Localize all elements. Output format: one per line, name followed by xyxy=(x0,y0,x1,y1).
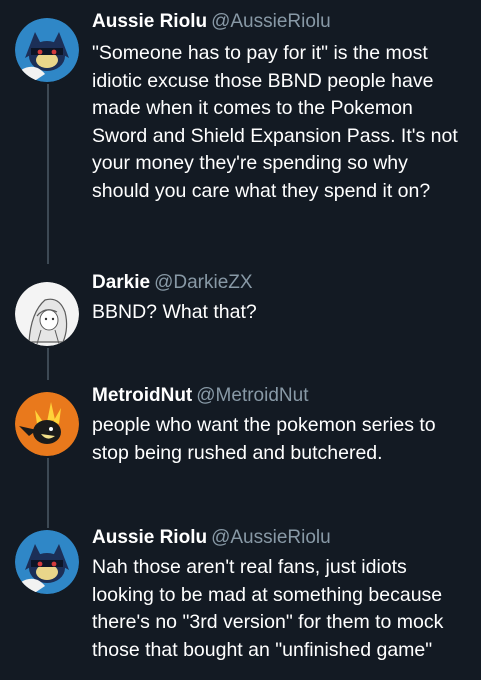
tweet-text: Nah those aren't real fans, just idiots … xyxy=(92,554,475,664)
author-name[interactable]: Darkie xyxy=(92,272,150,293)
author-handle[interactable]: @MetroidNut xyxy=(196,385,308,406)
riolu-avatar-icon[interactable] xyxy=(15,530,79,594)
tweet-text-line: people who want the pokemon series to xyxy=(92,414,436,436)
author-name[interactable]: Aussie Riolu xyxy=(92,11,207,32)
author-name[interactable]: MetroidNut xyxy=(92,385,192,406)
sketch-character-avatar-icon[interactable] xyxy=(15,282,79,346)
tweet-text-line: should you care what they spend it on? xyxy=(92,179,431,202)
tweet-text: people who want the pokemon series to st… xyxy=(92,412,475,467)
fire-bird-avatar-icon[interactable] xyxy=(15,392,79,456)
tweet[interactable]: Aussie Riolu @AussieRiolu "Someone has to… xyxy=(0,0,481,250)
tweet-header: Aussie Riolu @AussieRiolu xyxy=(92,525,475,550)
tweet-text-line: idiotic excuse those BBND people have xyxy=(92,69,434,92)
author-handle[interactable]: @AussieRiolu xyxy=(211,11,331,32)
author-name[interactable]: Aussie Riolu xyxy=(92,527,207,548)
tweet-text-line: Sword and Shield Expansion Pass. It's no… xyxy=(92,124,458,147)
tweet-text-line: those that bought an "unfinished game" xyxy=(92,638,433,661)
tweet-text: BBND? What that? xyxy=(92,299,475,327)
tweet-header: MetroidNut @MetroidNut xyxy=(92,383,475,408)
tweet-text-line: there's no "3rd version" for them to moc… xyxy=(92,611,444,633)
tweet-text-line: "Someone has to pay for it" is the most xyxy=(92,42,428,64)
riolu-avatar-icon[interactable] xyxy=(15,18,79,82)
tweet-header: Aussie Riolu @AussieRiolu xyxy=(92,9,475,34)
tweet[interactable]: Aussie Riolu @AussieRiolu Nah those aren'… xyxy=(0,522,481,680)
tweet-text: "Someone has to pay for it" is the most … xyxy=(92,40,475,205)
author-handle[interactable]: @DarkieZX xyxy=(154,272,252,293)
tweet[interactable]: MetroidNut @MetroidNut people who want th… xyxy=(0,380,481,500)
tweet-text-line: BBND? What that? xyxy=(92,301,257,323)
tweet-text-line: looking to be mad at something because xyxy=(92,583,443,606)
tweet-text-line: stop being rushed and butchered. xyxy=(92,441,383,464)
tweet-text-line: made when it comes to the Pokemon xyxy=(92,97,413,119)
tweet-header: Darkie @DarkieZX xyxy=(92,270,475,295)
tweet-text-line: your money they're spending so why xyxy=(92,152,408,174)
tweet[interactable]: Darkie @DarkieZX BBND? What that? xyxy=(0,264,481,354)
tweet-text-line: Nah those aren't real fans, just idiots xyxy=(92,556,407,578)
author-handle[interactable]: @AussieRiolu xyxy=(211,527,331,548)
